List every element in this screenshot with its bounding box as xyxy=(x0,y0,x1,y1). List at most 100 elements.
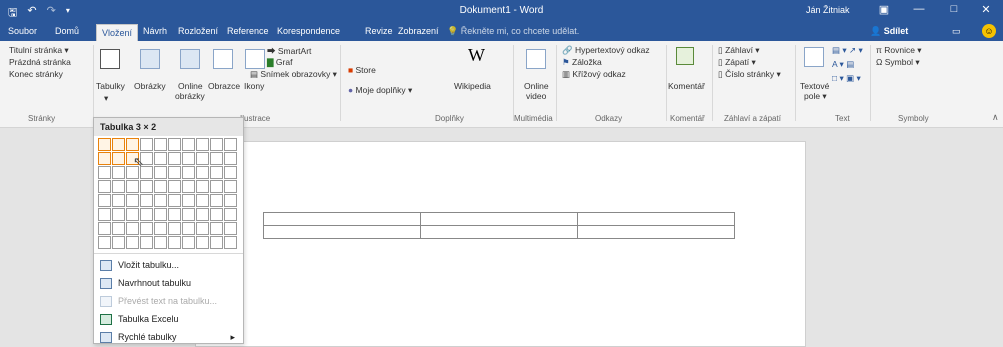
grid-cell[interactable] xyxy=(112,222,125,235)
grid-cell[interactable] xyxy=(224,236,237,249)
grid-cell[interactable] xyxy=(126,236,139,249)
grid-cell[interactable] xyxy=(140,222,153,235)
grid-cell[interactable] xyxy=(182,152,195,165)
grid-cell[interactable] xyxy=(224,194,237,207)
grid-cell[interactable] xyxy=(168,194,181,207)
table-cell[interactable] xyxy=(263,225,421,239)
grid-cell[interactable] xyxy=(224,152,237,165)
grid-cell[interactable] xyxy=(196,180,209,193)
grid-cell[interactable] xyxy=(112,208,125,221)
quick-parts-icon[interactable]: ▤ ▾ ↗ ▾ xyxy=(832,45,863,56)
grid-cell[interactable] xyxy=(196,208,209,221)
grid-cell[interactable] xyxy=(112,166,125,179)
grid-cell[interactable] xyxy=(112,138,125,151)
chart-button[interactable]: ▇ Graf xyxy=(267,57,292,68)
grid-cell[interactable] xyxy=(112,194,125,207)
tables-button[interactable]: Tabulky xyxy=(96,81,125,91)
grid-cell[interactable] xyxy=(126,222,139,235)
grid-cell[interactable] xyxy=(196,222,209,235)
table-cell[interactable] xyxy=(577,212,735,226)
grid-cell[interactable] xyxy=(98,194,111,207)
grid-cell[interactable] xyxy=(154,180,167,193)
grid-cell[interactable] xyxy=(168,180,181,193)
grid-cell[interactable] xyxy=(182,236,195,249)
text-box-icon[interactable] xyxy=(804,47,824,67)
tab-insert[interactable]: Vložení xyxy=(96,24,139,41)
equation-button[interactable]: π Rovnice ▾ xyxy=(876,45,922,56)
grid-cell[interactable] xyxy=(168,222,181,235)
draw-table-item[interactable]: Navrhnout tabulku xyxy=(98,275,241,292)
grid-cell[interactable] xyxy=(182,166,195,179)
object-icon[interactable]: □ ▾ ▣ ▾ xyxy=(832,73,861,84)
table-cell[interactable] xyxy=(577,225,735,239)
grid-cell[interactable] xyxy=(98,208,111,221)
grid-cell[interactable] xyxy=(112,236,125,249)
footer-button[interactable]: ▯ Zápatí ▾ xyxy=(718,57,756,68)
cross-reference-button[interactable]: ▥ Křížový odkaz xyxy=(562,69,626,80)
grid-cell[interactable] xyxy=(210,208,223,221)
bookmark-button[interactable]: ⚑ Záložka xyxy=(562,57,602,68)
text-box-button[interactable]: Textové xyxy=(800,81,829,91)
hyperlink-button[interactable]: 🔗 Hypertextový odkaz xyxy=(562,45,650,56)
grid-cell[interactable] xyxy=(182,222,195,235)
grid-cell[interactable] xyxy=(196,236,209,249)
table-size-grid[interactable] xyxy=(98,138,237,249)
grid-cell[interactable] xyxy=(98,180,111,193)
grid-cell[interactable] xyxy=(126,194,139,207)
wordart-icon[interactable]: A ▾ ▤ xyxy=(832,59,854,70)
smartart-button[interactable]: ⮕ SmartArt xyxy=(267,45,311,57)
grid-cell[interactable] xyxy=(140,138,153,151)
document-table[interactable] xyxy=(263,212,735,239)
grid-cell[interactable] xyxy=(196,138,209,151)
grid-cell[interactable] xyxy=(140,208,153,221)
online-video-icon[interactable] xyxy=(526,49,546,69)
grid-cell[interactable] xyxy=(168,138,181,151)
grid-cell[interactable] xyxy=(182,180,195,193)
grid-cell[interactable] xyxy=(168,152,181,165)
grid-cell[interactable] xyxy=(210,166,223,179)
grid-cell[interactable] xyxy=(210,152,223,165)
grid-cell[interactable] xyxy=(154,236,167,249)
blank-page-button[interactable]: Prázdná stránka xyxy=(9,57,71,67)
grid-cell[interactable] xyxy=(196,152,209,165)
online-picture-icon[interactable] xyxy=(180,49,200,69)
grid-cell[interactable] xyxy=(210,138,223,151)
tab-view[interactable]: Zobrazení xyxy=(398,26,439,36)
ribbon-display-icon[interactable]: ▣ xyxy=(870,3,898,16)
minimize-icon[interactable]: — xyxy=(905,3,933,15)
store-button[interactable]: ■ Store xyxy=(348,65,376,75)
grid-cell[interactable] xyxy=(210,222,223,235)
grid-cell[interactable] xyxy=(182,194,195,207)
new-comment-button[interactable]: Komentář xyxy=(668,81,705,91)
grid-cell[interactable] xyxy=(154,166,167,179)
maximize-icon[interactable]: □ xyxy=(940,3,968,15)
icons-button[interactable]: Ikony xyxy=(244,81,264,91)
grid-cell[interactable] xyxy=(224,166,237,179)
grid-cell[interactable] xyxy=(210,194,223,207)
grid-cell[interactable] xyxy=(112,152,125,165)
grid-cell[interactable] xyxy=(98,138,111,151)
grid-cell[interactable] xyxy=(98,236,111,249)
comment-icon[interactable]: ▭ xyxy=(952,26,961,37)
new-comment-icon[interactable] xyxy=(676,47,694,65)
table-cell[interactable] xyxy=(263,212,421,226)
user-name[interactable]: Ján Žitniak xyxy=(806,5,850,15)
close-icon[interactable]: ✕ xyxy=(972,3,1000,16)
grid-cell[interactable] xyxy=(140,236,153,249)
grid-cell[interactable] xyxy=(168,236,181,249)
share-button[interactable]: 👤 Sdílet xyxy=(870,26,908,37)
document-page[interactable] xyxy=(195,141,806,347)
page-break-button[interactable]: Konec stránky xyxy=(9,69,63,79)
grid-cell[interactable] xyxy=(140,194,153,207)
wikipedia-icon[interactable]: W xyxy=(468,45,485,66)
grid-cell[interactable] xyxy=(168,208,181,221)
grid-cell[interactable] xyxy=(112,180,125,193)
grid-cell[interactable] xyxy=(154,222,167,235)
tab-mailings[interactable]: Korespondence xyxy=(277,26,340,36)
icons-icon[interactable] xyxy=(245,49,265,69)
table-icon[interactable] xyxy=(100,49,120,69)
grid-cell[interactable] xyxy=(126,208,139,221)
tab-references[interactable]: Reference xyxy=(227,26,269,36)
shapes-button[interactable]: Obrazce xyxy=(208,81,240,91)
excel-table-item[interactable]: Tabulka Excelu xyxy=(98,311,241,328)
